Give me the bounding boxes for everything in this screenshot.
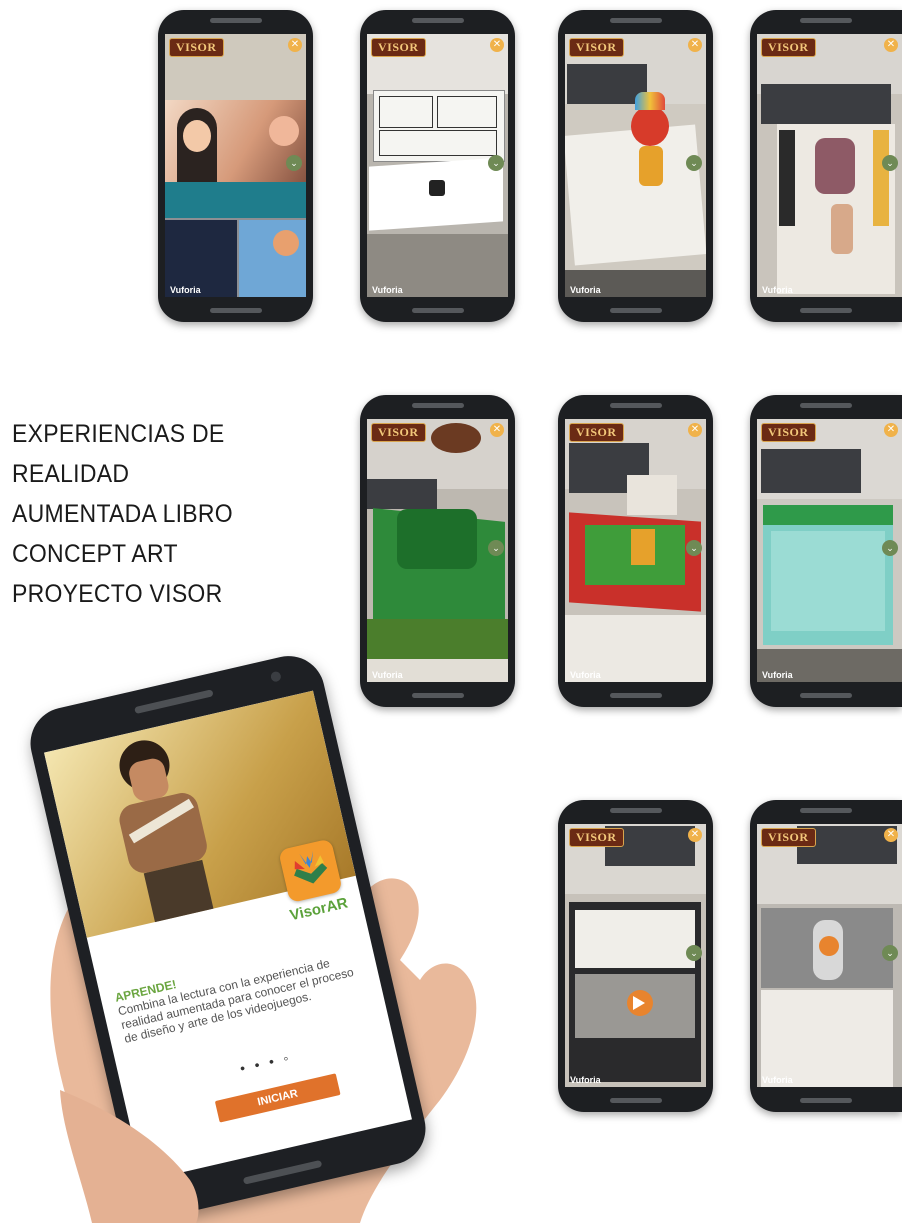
onboarding-body: Combina la lectura con la experiencia de… [116,956,355,1046]
start-button[interactable]: INICIAR [214,1073,341,1123]
visorar-app-icon [278,838,343,904]
phone-speaker [134,689,214,715]
phone-home-bar [242,1159,323,1185]
camera-icon [269,670,282,683]
pager-dots[interactable]: • • • ◦ [238,1049,293,1076]
hero-illustration [44,690,356,938]
